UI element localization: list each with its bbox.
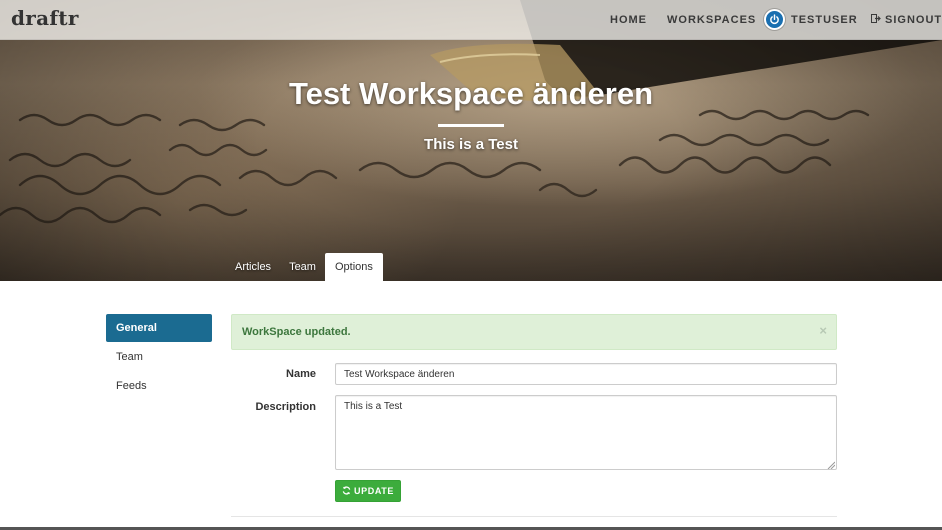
title-divider bbox=[438, 124, 504, 127]
tab-articles[interactable]: Articles bbox=[226, 253, 280, 281]
sidebar-item-team[interactable]: Team bbox=[106, 343, 212, 371]
nav-signout-label: SIGNOUT bbox=[885, 14, 942, 26]
top-navbar: draftr HOME WORKSPACES TESTUSER SIGNOUT bbox=[0, 0, 942, 40]
page-subtitle: This is a Test bbox=[424, 136, 518, 153]
description-field[interactable]: This is a Test bbox=[335, 395, 837, 470]
options-sidebar: General Team Feeds bbox=[106, 314, 212, 401]
nav-workspaces-link[interactable]: WORKSPACES bbox=[667, 14, 756, 26]
name-field[interactable] bbox=[335, 363, 837, 385]
refresh-icon bbox=[342, 486, 351, 497]
resize-grip-icon[interactable] bbox=[827, 461, 835, 469]
nav-signout-link[interactable]: SIGNOUT bbox=[871, 14, 942, 26]
nav-user-menu[interactable]: TESTUSER bbox=[764, 9, 858, 30]
update-button-label: UPDATE bbox=[354, 486, 394, 496]
page-title: Test Workspace änderen bbox=[288, 76, 654, 111]
name-label: Name bbox=[286, 368, 316, 380]
tab-options[interactable]: Options bbox=[324, 253, 383, 281]
description-label: Description bbox=[255, 401, 316, 413]
sidebar-item-general[interactable]: General bbox=[106, 314, 212, 342]
success-alert: WorkSpace updated. × bbox=[231, 314, 837, 350]
signout-icon bbox=[871, 14, 881, 26]
workspace-tabs: Articles Team Options bbox=[226, 253, 383, 281]
form-divider bbox=[231, 516, 837, 517]
alert-message: WorkSpace updated. bbox=[242, 326, 351, 338]
nav-username: TESTUSER bbox=[791, 13, 858, 26]
nav-home-link[interactable]: HOME bbox=[610, 14, 647, 26]
power-icon bbox=[764, 9, 785, 30]
brand-logo[interactable]: draftr bbox=[11, 6, 79, 30]
close-icon[interactable]: × bbox=[819, 323, 827, 338]
tab-team[interactable]: Team bbox=[280, 253, 325, 281]
update-button[interactable]: UPDATE bbox=[335, 480, 401, 502]
sidebar-item-feeds[interactable]: Feeds bbox=[106, 372, 212, 400]
